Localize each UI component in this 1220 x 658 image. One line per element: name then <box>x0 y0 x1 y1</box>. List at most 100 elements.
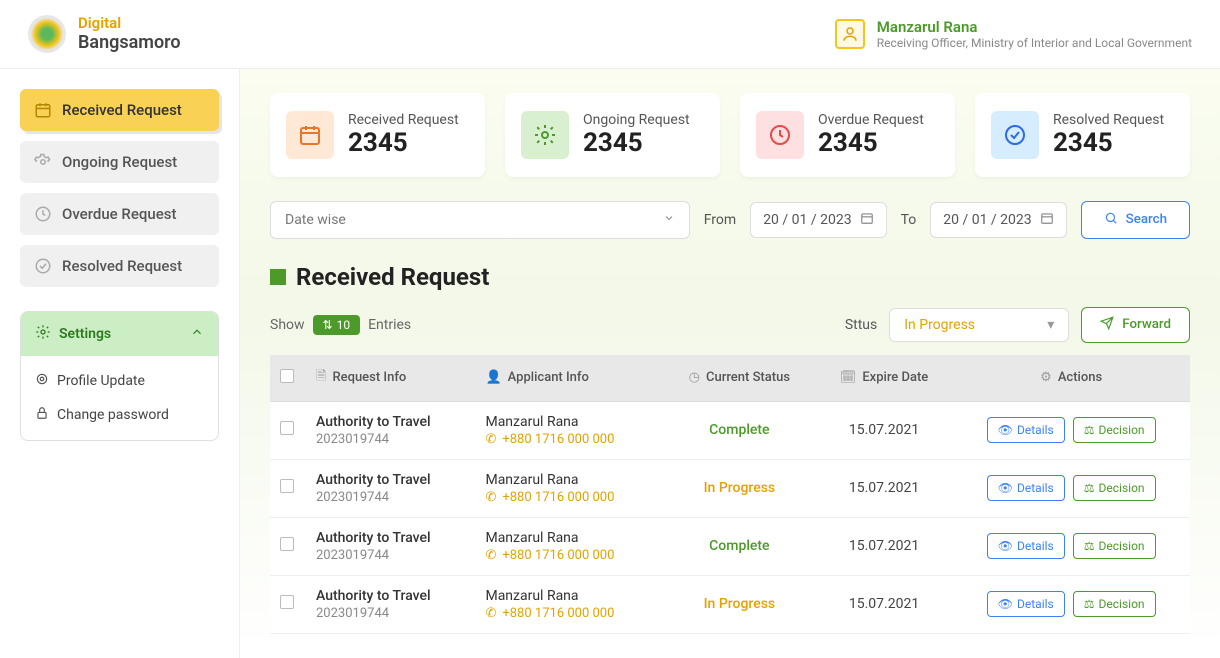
page-heading: Received Request <box>296 263 489 291</box>
details-button[interactable]: 👁Details <box>987 417 1065 443</box>
card-label: Ongoing Request <box>583 112 690 128</box>
row-checkbox[interactable] <box>280 537 294 551</box>
applicant-phone: ✆+880 1716 000 000 <box>485 490 653 505</box>
row-expire: 15.07.2021 <box>816 517 953 575</box>
sidebar-item-label: Resolved Request <box>62 257 182 275</box>
gear-icon <box>34 153 52 171</box>
details-button[interactable]: 👁Details <box>987 533 1065 559</box>
requests-table: 🗎Request Info 👤Applicant Info ◷Current S… <box>270 355 1190 634</box>
card-value: 2345 <box>1053 128 1164 158</box>
sidebar-item-ongoing[interactable]: Ongoing Request <box>20 141 219 183</box>
request-id: 2023019744 <box>316 490 465 505</box>
decision-button[interactable]: ⚖Decision <box>1073 417 1156 443</box>
user-icon: ⚖ <box>1084 423 1095 437</box>
card-overdue[interactable]: Overdue Request 2345 <box>740 93 955 177</box>
sidebar-item-resolved[interactable]: Resolved Request <box>20 245 219 287</box>
date-wise-label: Date wise <box>285 212 346 228</box>
row-checkbox[interactable] <box>280 421 294 435</box>
search-button[interactable]: Search <box>1081 201 1190 239</box>
brand-logo <box>28 15 66 53</box>
card-received[interactable]: Received Request 2345 <box>270 93 485 177</box>
date-to-input[interactable]: 20 / 01 / 2023 <box>930 202 1066 238</box>
calendar-icon <box>34 101 52 119</box>
table-row: Authority to Travel2023019744Manzarul Ra… <box>270 517 1190 575</box>
row-status: In Progress <box>663 575 816 633</box>
settings-item-profile[interactable]: Profile Update <box>21 364 218 398</box>
status-icon: ◷ <box>689 370 700 385</box>
search-icon <box>1104 211 1118 229</box>
sidebar: Received Request Ongoing Request Overdue… <box>0 69 240 658</box>
sidebar-item-received[interactable]: Received Request <box>20 89 219 131</box>
settings-title: Settings <box>59 326 111 342</box>
check-badge-icon <box>991 111 1039 159</box>
brand[interactable]: Digital Bangsamoro <box>28 14 181 54</box>
target-icon <box>35 372 49 390</box>
row-expire: 15.07.2021 <box>816 459 953 517</box>
col-request: Request Info <box>332 370 406 385</box>
details-button[interactable]: 👁Details <box>987 591 1065 617</box>
card-ongoing[interactable]: Ongoing Request 2345 <box>505 93 720 177</box>
card-value: 2345 <box>583 128 690 158</box>
applicant-name: Manzarul Rana <box>485 472 653 488</box>
date-to-value: 20 / 01 / 2023 <box>943 212 1031 228</box>
row-status: Complete <box>663 401 816 459</box>
brand-line2: Bangsamoro <box>78 32 181 54</box>
row-expire: 15.07.2021 <box>816 575 953 633</box>
applicant-phone: ✆+880 1716 000 000 <box>485 606 653 621</box>
decision-button[interactable]: ⚖Decision <box>1073 533 1156 559</box>
sidebar-item-overdue[interactable]: Overdue Request <box>20 193 219 235</box>
user-icon: ⚖ <box>1084 481 1095 495</box>
request-title: Authority to Travel <box>316 588 465 604</box>
entries-count: 10 <box>337 318 351 332</box>
date-wise-dropdown[interactable]: Date wise <box>270 201 690 239</box>
stat-cards: Received Request 2345 Ongoing Request 23… <box>270 93 1190 177</box>
date-from-value: 20 / 01 / 2023 <box>763 212 851 228</box>
status-label: Sttus <box>845 317 877 333</box>
card-label: Overdue Request <box>818 112 924 128</box>
row-expire: 15.07.2021 <box>816 401 953 459</box>
user-icon: ⚖ <box>1084 597 1095 611</box>
filter-row: Date wise From 20 / 01 / 2023 To 20 / 01… <box>270 201 1190 239</box>
card-resolved[interactable]: Resolved Request 2345 <box>975 93 1190 177</box>
col-applicant: Applicant Info <box>508 370 589 385</box>
card-label: Resolved Request <box>1053 112 1164 128</box>
forward-button[interactable]: Forward <box>1081 307 1190 343</box>
check-circle-icon <box>34 257 52 275</box>
user-icon: ⚖ <box>1084 539 1095 553</box>
details-button[interactable]: 👁Details <box>987 475 1065 501</box>
date-from-input[interactable]: 20 / 01 / 2023 <box>750 202 886 238</box>
file-icon: 🗎 <box>316 367 326 389</box>
chevron-down-icon: ▾ <box>1047 317 1054 333</box>
settings-item-password[interactable]: Change password <box>21 398 218 432</box>
applicant-name: Manzarul Rana <box>485 588 653 604</box>
table-row: Authority to Travel2023019744Manzarul Ra… <box>270 575 1190 633</box>
request-title: Authority to Travel <box>316 414 465 430</box>
decision-button[interactable]: ⚖Decision <box>1073 475 1156 501</box>
from-label: From <box>704 212 736 228</box>
status-select[interactable]: In Progress ▾ <box>889 308 1069 342</box>
user-icon: 👤 <box>485 370 501 385</box>
table-controls: Show ⇅ 10 Entries Sttus In Progress ▾ Fo <box>270 307 1190 343</box>
status-value: In Progress <box>904 317 975 333</box>
settings-group: Settings Profile Update Change <box>20 311 219 441</box>
request-title: Authority to Travel <box>316 472 465 488</box>
row-checkbox[interactable] <box>280 479 294 493</box>
search-label: Search <box>1126 212 1167 227</box>
applicant-name: Manzarul Rana <box>485 414 653 430</box>
select-all-checkbox[interactable] <box>280 369 294 383</box>
phone-icon: ✆ <box>485 490 496 505</box>
sort-icon: ⇅ <box>323 318 333 332</box>
user-block[interactable]: Manzarul Rana Receiving Officer, Ministr… <box>835 18 1192 50</box>
entries-count-select[interactable]: ⇅ 10 <box>313 315 361 335</box>
to-label: To <box>901 212 917 228</box>
settings-toggle[interactable]: Settings <box>21 312 218 356</box>
sidebar-item-label: Received Request <box>62 101 182 119</box>
brand-line1: Digital <box>78 14 181 32</box>
eye-icon: 👁 <box>998 539 1013 553</box>
decision-button[interactable]: ⚖Decision <box>1073 591 1156 617</box>
settings-item-label: Profile Update <box>57 373 145 389</box>
show-label: Show <box>270 317 305 333</box>
phone-icon: ✆ <box>485 432 496 447</box>
row-status: In Progress <box>663 459 816 517</box>
row-checkbox[interactable] <box>280 595 294 609</box>
